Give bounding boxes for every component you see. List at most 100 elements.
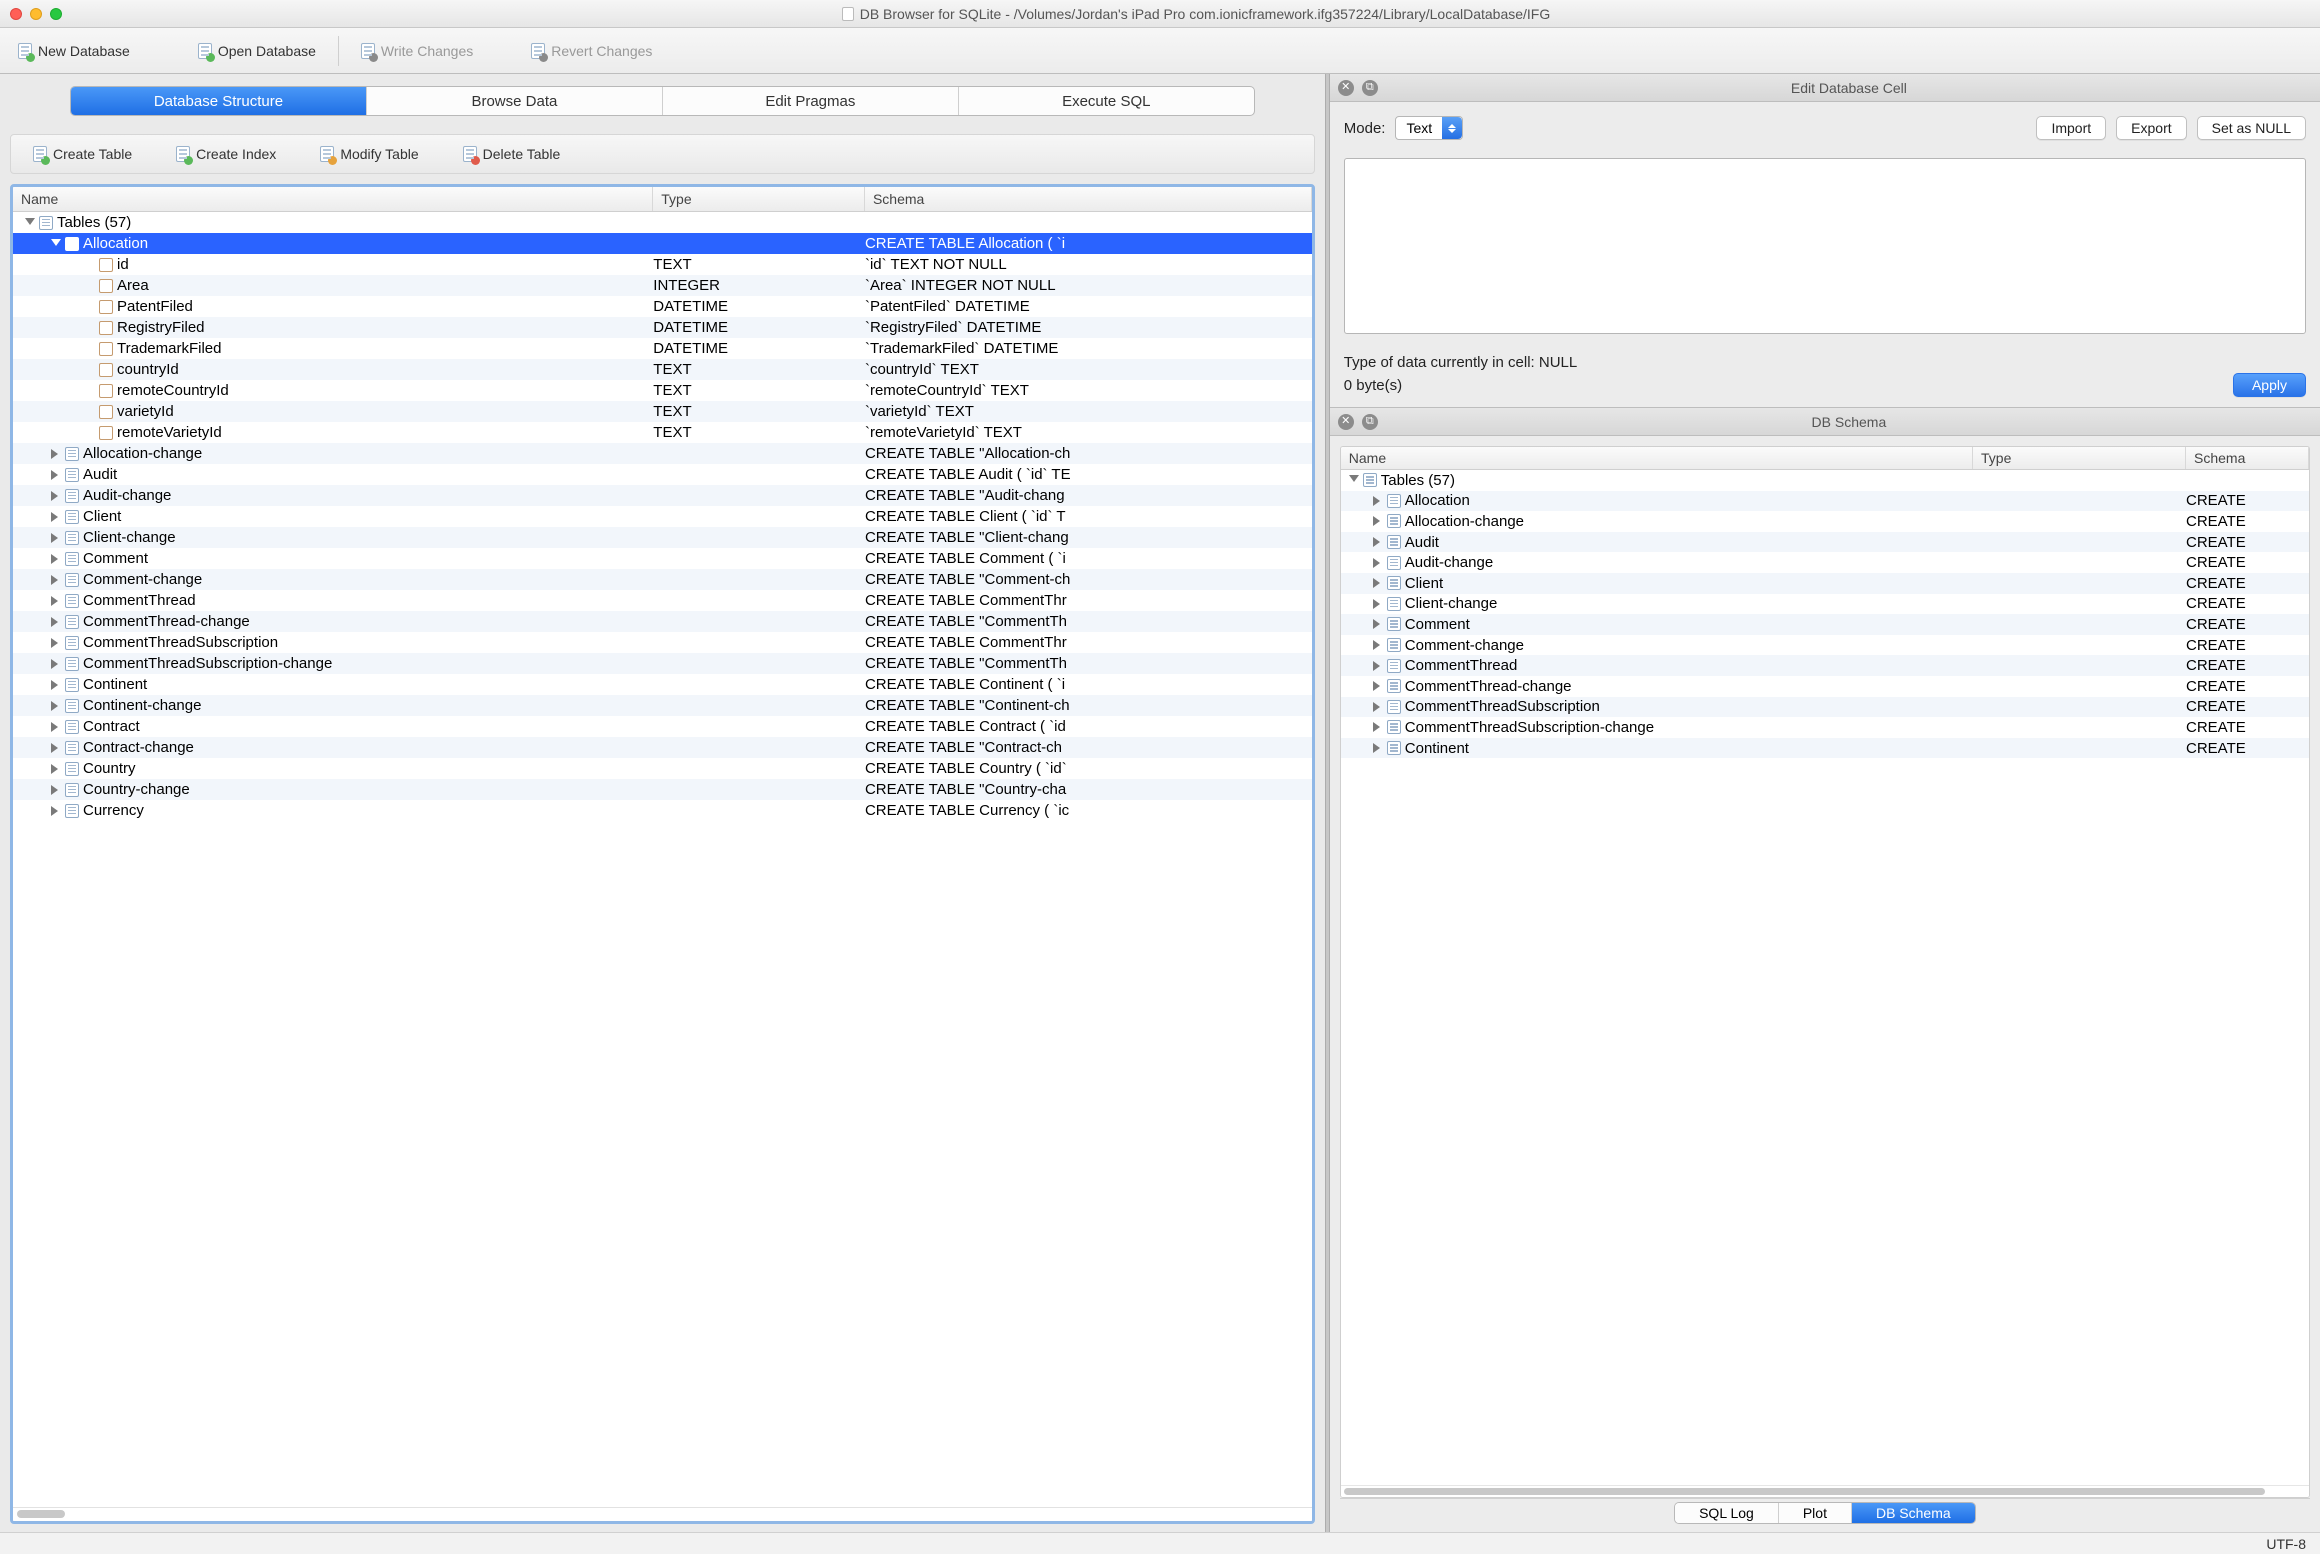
tree-column-row[interactable]: RegistryFiled DATETIME `RegistryFiled` D… <box>13 317 1312 338</box>
schema-tables-header[interactable]: Tables (57) <box>1341 470 2309 491</box>
schema-row[interactable]: CommentThreadSubscription-change CREATE <box>1341 717 2309 738</box>
schema-row[interactable]: Comment-change CREATE <box>1341 635 2309 656</box>
disclosure-icon[interactable] <box>1373 661 1383 671</box>
disclosure-icon[interactable] <box>1373 702 1383 712</box>
tree-row-table[interactable]: CommentThreadSubscription-change CREATE … <box>13 653 1312 674</box>
tree-column-row[interactable]: Area INTEGER `Area` INTEGER NOT NULL <box>13 275 1312 296</box>
set-null-button[interactable]: Set as NULL <box>2197 116 2306 140</box>
tree-row-table[interactable]: Allocation-change CREATE TABLE "Allocati… <box>13 443 1312 464</box>
tab-database-structure[interactable]: Database Structure <box>71 87 366 115</box>
disclosure-icon[interactable] <box>1373 619 1383 629</box>
disclosure-icon[interactable] <box>1373 640 1383 650</box>
zoom-window-icon[interactable] <box>50 8 62 20</box>
tab-sql-log[interactable]: SQL Log <box>1675 1503 1778 1523</box>
disclosure-icon[interactable] <box>51 512 61 522</box>
minimize-window-icon[interactable] <box>30 8 42 20</box>
panel-close-icon[interactable]: ✕ <box>1338 80 1354 96</box>
disclosure-icon[interactable] <box>25 218 35 228</box>
tree-row-table[interactable]: Audit-change CREATE TABLE "Audit-chang <box>13 485 1312 506</box>
disclosure-icon[interactable] <box>1373 681 1383 691</box>
disclosure-icon[interactable] <box>51 743 61 753</box>
tab-edit-pragmas[interactable]: Edit Pragmas <box>662 87 958 115</box>
tree-column-row[interactable]: varietyId TEXT `varietyId` TEXT <box>13 401 1312 422</box>
disclosure-icon[interactable] <box>51 533 61 543</box>
tree-row-table[interactable]: Currency CREATE TABLE Currency ( `ic <box>13 800 1312 821</box>
disclosure-icon[interactable] <box>51 764 61 774</box>
cell-textarea[interactable] <box>1344 158 2306 334</box>
tree-row-table[interactable]: CommentThreadSubscription CREATE TABLE C… <box>13 632 1312 653</box>
disclosure-icon[interactable] <box>51 659 61 669</box>
schema-row[interactable]: CommentThread CREATE <box>1341 655 2309 676</box>
disclosure-icon[interactable] <box>51 575 61 585</box>
schema-row[interactable]: Audit CREATE <box>1341 532 2309 553</box>
tree-row-table[interactable]: Continent CREATE TABLE Continent ( `i <box>13 674 1312 695</box>
disclosure-icon[interactable] <box>51 806 61 816</box>
open-database-button[interactable]: Open Database <box>190 39 324 63</box>
tree-column-row[interactable]: TrademarkFiled DATETIME `TrademarkFiled`… <box>13 338 1312 359</box>
disclosure-icon[interactable] <box>1373 537 1383 547</box>
schema-row[interactable]: Client-change CREATE <box>1341 594 2309 615</box>
schema-row[interactable]: Client CREATE <box>1341 573 2309 594</box>
apply-button[interactable]: Apply <box>2233 373 2306 397</box>
tree-body[interactable]: Tables (57) Allocation CREATE TABLE Allo… <box>13 212 1312 1507</box>
tree-column-row[interactable]: remoteCountryId TEXT `remoteCountryId` T… <box>13 380 1312 401</box>
tree-row-table[interactable]: CommentThread CREATE TABLE CommentThr <box>13 590 1312 611</box>
disclosure-icon[interactable] <box>51 617 61 627</box>
schema-row[interactable]: Audit-change CREATE <box>1341 552 2309 573</box>
tree-row-table[interactable]: Client-change CREATE TABLE "Client-chang <box>13 527 1312 548</box>
disclosure-icon[interactable] <box>51 470 61 480</box>
disclosure-icon[interactable] <box>51 680 61 690</box>
tree-row-table[interactable]: Client CREATE TABLE Client ( `id` T <box>13 506 1312 527</box>
disclosure-icon[interactable] <box>1373 743 1383 753</box>
create-table-button[interactable]: Create Table <box>25 142 140 166</box>
tab-plot[interactable]: Plot <box>1778 1503 1851 1523</box>
delete-table-button[interactable]: Delete Table <box>455 142 569 166</box>
disclosure-icon[interactable] <box>51 785 61 795</box>
disclosure-icon[interactable] <box>51 701 61 711</box>
tree-row-table[interactable]: Comment CREATE TABLE Comment ( `i <box>13 548 1312 569</box>
close-window-icon[interactable] <box>10 8 22 20</box>
tree-row-table[interactable]: CommentThread-change CREATE TABLE "Comme… <box>13 611 1312 632</box>
disclosure-icon[interactable] <box>1373 516 1383 526</box>
panel-popout-icon[interactable]: ⧉ <box>1362 80 1378 96</box>
schema-row[interactable]: CommentThreadSubscription CREATE <box>1341 697 2309 718</box>
disclosure-icon[interactable] <box>1349 475 1359 485</box>
disclosure-icon[interactable] <box>1373 558 1383 568</box>
new-database-button[interactable]: New Database <box>10 39 138 63</box>
th-type[interactable]: Type <box>653 187 865 211</box>
disclosure-icon[interactable] <box>1373 599 1383 609</box>
tree-column-row[interactable]: countryId TEXT `countryId` TEXT <box>13 359 1312 380</box>
tree-row-table[interactable]: Audit CREATE TABLE Audit ( `id` TE <box>13 464 1312 485</box>
disclosure-icon[interactable] <box>1373 578 1383 588</box>
panel-close-icon[interactable]: ✕ <box>1338 414 1354 430</box>
import-button[interactable]: Import <box>2036 116 2106 140</box>
schema-row[interactable]: Allocation CREATE <box>1341 491 2309 512</box>
disclosure-icon[interactable] <box>51 449 61 459</box>
tree-row-allocation[interactable]: Allocation CREATE TABLE Allocation ( `i <box>13 233 1312 254</box>
sth-name[interactable]: Name <box>1341 447 1973 469</box>
disclosure-icon[interactable] <box>1373 722 1383 732</box>
tree-row-table[interactable]: Contract-change CREATE TABLE "Contract-c… <box>13 737 1312 758</box>
disclosure-icon[interactable] <box>51 638 61 648</box>
tab-db-schema[interactable]: DB Schema <box>1851 1503 1975 1523</box>
schema-row[interactable]: CommentThread-change CREATE <box>1341 676 2309 697</box>
disclosure-icon[interactable] <box>51 491 61 501</box>
export-button[interactable]: Export <box>2116 116 2186 140</box>
schema-row[interactable]: Continent CREATE <box>1341 738 2309 759</box>
tree-hscroll[interactable] <box>13 1507 1312 1521</box>
tree-row-table[interactable]: Contract CREATE TABLE Contract ( `id <box>13 716 1312 737</box>
tree-column-row[interactable]: id TEXT `id` TEXT NOT NULL <box>13 254 1312 275</box>
th-name[interactable]: Name <box>13 187 653 211</box>
tree-column-row[interactable]: remoteVarietyId TEXT `remoteVarietyId` T… <box>13 422 1312 443</box>
tree-column-row[interactable]: PatentFiled DATETIME `PatentFiled` DATET… <box>13 296 1312 317</box>
disclosure-icon[interactable] <box>51 722 61 732</box>
tab-execute-sql[interactable]: Execute SQL <box>958 87 1254 115</box>
tree-tables-header[interactable]: Tables (57) <box>13 212 1312 233</box>
tree-row-table[interactable]: Country-change CREATE TABLE "Country-cha <box>13 779 1312 800</box>
panel-popout-icon[interactable]: ⧉ <box>1362 414 1378 430</box>
disclosure-icon[interactable] <box>51 596 61 606</box>
mode-select[interactable]: Text <box>1395 116 1463 140</box>
tree-row-table[interactable]: Country CREATE TABLE Country ( `id` <box>13 758 1312 779</box>
th-schema[interactable]: Schema <box>865 187 1312 211</box>
disclosure-icon[interactable] <box>1373 496 1383 506</box>
